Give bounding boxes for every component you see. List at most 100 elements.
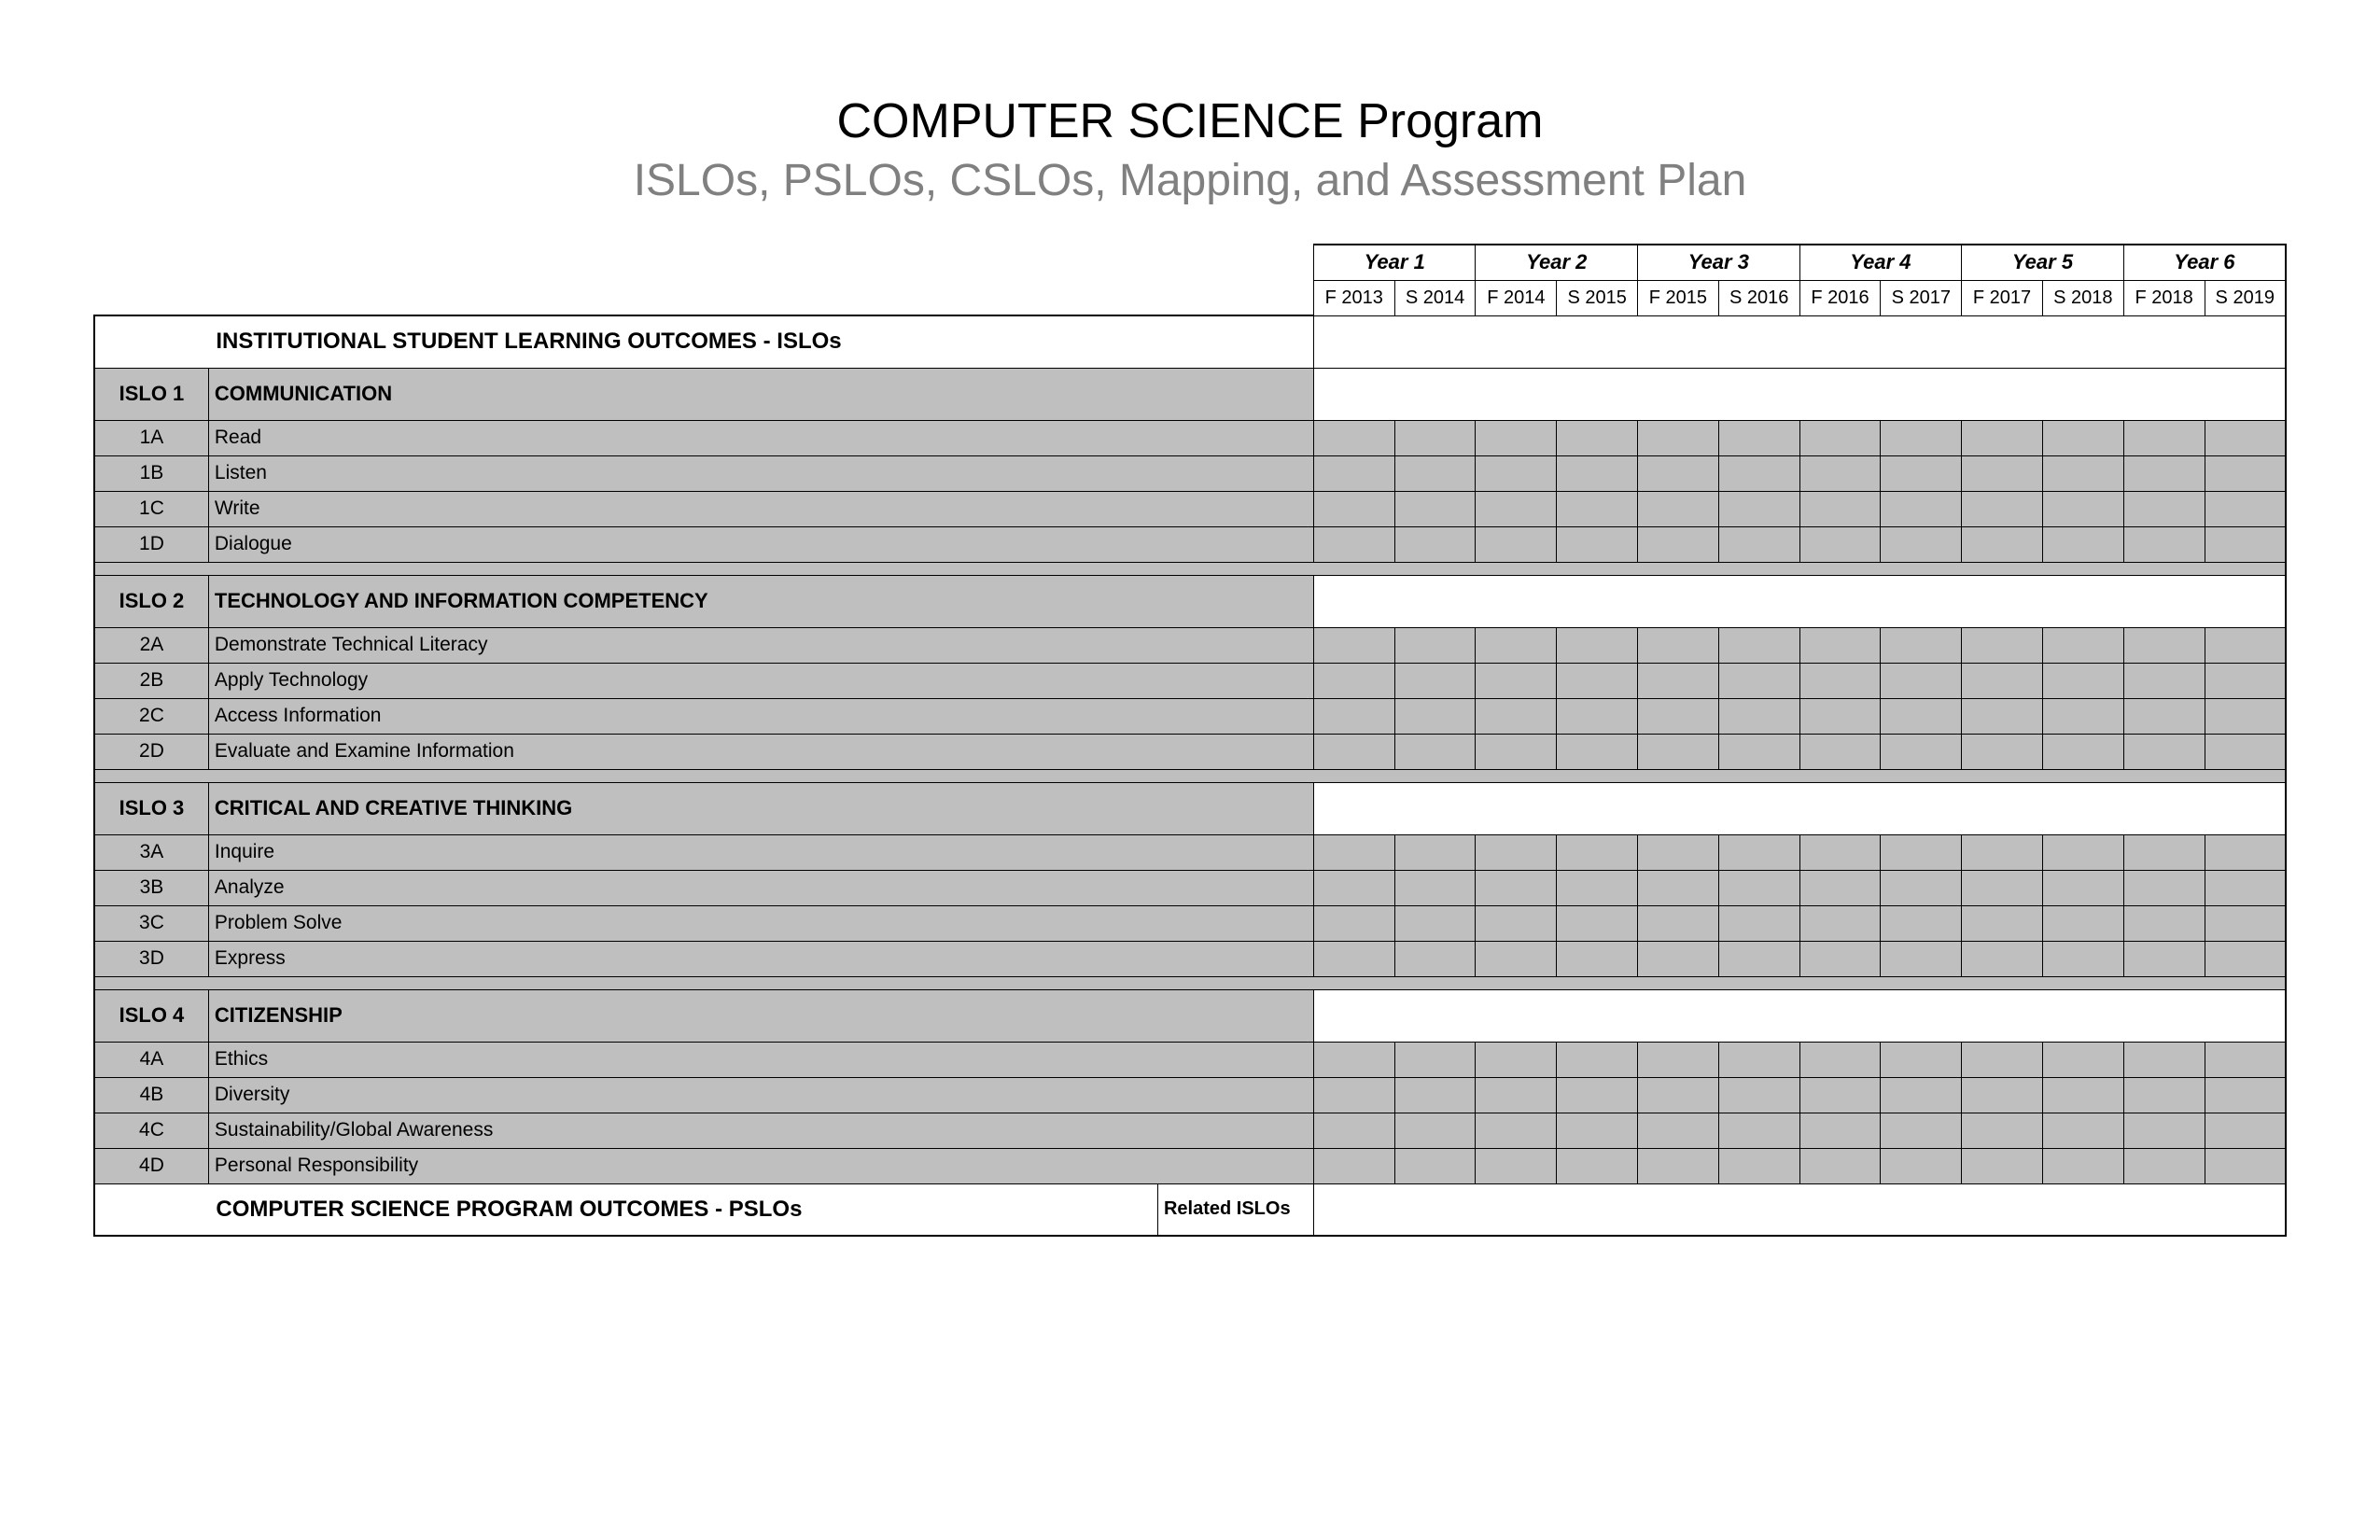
term-cell <box>2205 455 2286 491</box>
islo-item-label: Listen <box>208 455 1313 491</box>
term-cell <box>1638 1113 1719 1148</box>
term-header: S 2019 <box>2205 280 2286 315</box>
islo-item-code: 3A <box>94 834 208 870</box>
term-header: F 2014 <box>1476 280 1557 315</box>
term-cell <box>1313 870 1394 905</box>
term-cell <box>2042 526 2123 562</box>
term-cell <box>1718 526 1799 562</box>
term-cell <box>1557 1113 1638 1148</box>
islo-item-code: 2D <box>94 734 208 769</box>
term-cell <box>1394 1077 1476 1113</box>
term-cell <box>1638 526 1719 562</box>
related-islos-header: Related ISLOs <box>1157 1183 1313 1236</box>
term-cell <box>1313 1113 1394 1148</box>
term-cell <box>2123 698 2205 734</box>
term-cell <box>2123 627 2205 663</box>
term-header: S 2014 <box>1394 280 1476 315</box>
term-cell <box>1476 627 1557 663</box>
term-cell <box>1718 698 1799 734</box>
term-cell <box>1394 1113 1476 1148</box>
islo-item-label: Write <box>208 491 1313 526</box>
term-cell <box>1313 455 1394 491</box>
term-cell <box>1638 1148 1719 1183</box>
term-cell <box>1476 698 1557 734</box>
islo-item-row: 3BAnalyze <box>94 870 2286 905</box>
term-cell <box>1557 905 1638 941</box>
term-cell <box>1476 1077 1557 1113</box>
term-cell <box>1638 698 1719 734</box>
term-cell <box>1718 1042 1799 1077</box>
term-cell <box>2205 1113 2286 1148</box>
term-cell <box>1313 420 1394 455</box>
islo-group-row: ISLO 3CRITICAL AND CREATIVE THINKING <box>94 782 2286 834</box>
islo-item-label: Demonstrate Technical Literacy <box>208 627 1313 663</box>
term-cell <box>1962 526 2043 562</box>
islo-item-code: 3B <box>94 870 208 905</box>
islo-title: TECHNOLOGY AND INFORMATION COMPETENCY <box>208 575 1313 627</box>
term-cell <box>1881 1113 1962 1148</box>
islo-item-row: 2ADemonstrate Technical Literacy <box>94 627 2286 663</box>
term-cell <box>1394 870 1476 905</box>
term-header: F 2018 <box>2123 280 2205 315</box>
term-cell <box>1638 1077 1719 1113</box>
term-cell <box>1313 734 1394 769</box>
term-cell <box>1557 1042 1638 1077</box>
term-cell <box>1718 870 1799 905</box>
term-cell <box>1557 1148 1638 1183</box>
islo-item-code: 3C <box>94 905 208 941</box>
assessment-table: Year 1 Year 2 Year 3 Year 4 Year 5 Year … <box>93 244 2287 1237</box>
islo-item-label: Read <box>208 420 1313 455</box>
islo-item-label: Analyze <box>208 870 1313 905</box>
term-cell <box>1718 491 1799 526</box>
term-cell <box>2123 1077 2205 1113</box>
term-cell <box>1557 941 1638 976</box>
term-cell <box>1476 526 1557 562</box>
islo-item-row: 4AEthics <box>94 1042 2286 1077</box>
islo-item-row: 3AInquire <box>94 834 2286 870</box>
term-cell <box>1718 834 1799 870</box>
term-cell <box>2042 491 2123 526</box>
islo-group-row: ISLO 1COMMUNICATION <box>94 368 2286 420</box>
islo-item-row: 2CAccess Information <box>94 698 2286 734</box>
term-cell <box>1638 834 1719 870</box>
term-cell <box>2205 420 2286 455</box>
term-cell <box>1557 663 1638 698</box>
islo-item-label: Personal Responsibility <box>208 1148 1313 1183</box>
term-cell <box>1962 663 2043 698</box>
term-cell <box>1394 734 1476 769</box>
group-spacer <box>94 769 2286 782</box>
term-cell <box>1638 870 1719 905</box>
term-cell <box>2205 905 2286 941</box>
term-cell <box>1476 1113 1557 1148</box>
term-cell <box>2205 698 2286 734</box>
islo-item-code: 1A <box>94 420 208 455</box>
islo-item-row: 4BDiversity <box>94 1077 2286 1113</box>
term-cell <box>1799 663 1881 698</box>
term-cell <box>1313 1148 1394 1183</box>
term-cell <box>1638 627 1719 663</box>
year-header-row: Year 1 Year 2 Year 3 Year 4 Year 5 Year … <box>94 245 2286 280</box>
term-cell <box>1638 491 1719 526</box>
islo-item-label: Apply Technology <box>208 663 1313 698</box>
term-cell <box>1881 491 1962 526</box>
term-cell <box>1394 1148 1476 1183</box>
term-cell <box>1881 526 1962 562</box>
term-cell <box>1476 941 1557 976</box>
term-cell <box>1881 834 1962 870</box>
term-cell <box>2123 1042 2205 1077</box>
islo-item-code: 1D <box>94 526 208 562</box>
term-cell <box>1718 455 1799 491</box>
term-cell <box>2042 905 2123 941</box>
term-cell <box>2042 734 2123 769</box>
term-cell <box>2205 526 2286 562</box>
term-cell <box>1476 420 1557 455</box>
term-cell <box>2123 734 2205 769</box>
term-cell <box>2123 420 2205 455</box>
islo-item-row: 2DEvaluate and Examine Information <box>94 734 2286 769</box>
term-cell <box>1962 1042 2043 1077</box>
term-cell <box>1718 663 1799 698</box>
islo-item-row: 4DPersonal Responsibility <box>94 1148 2286 1183</box>
term-cell <box>1881 1148 1962 1183</box>
term-cell <box>2042 1077 2123 1113</box>
term-cell <box>1962 627 2043 663</box>
